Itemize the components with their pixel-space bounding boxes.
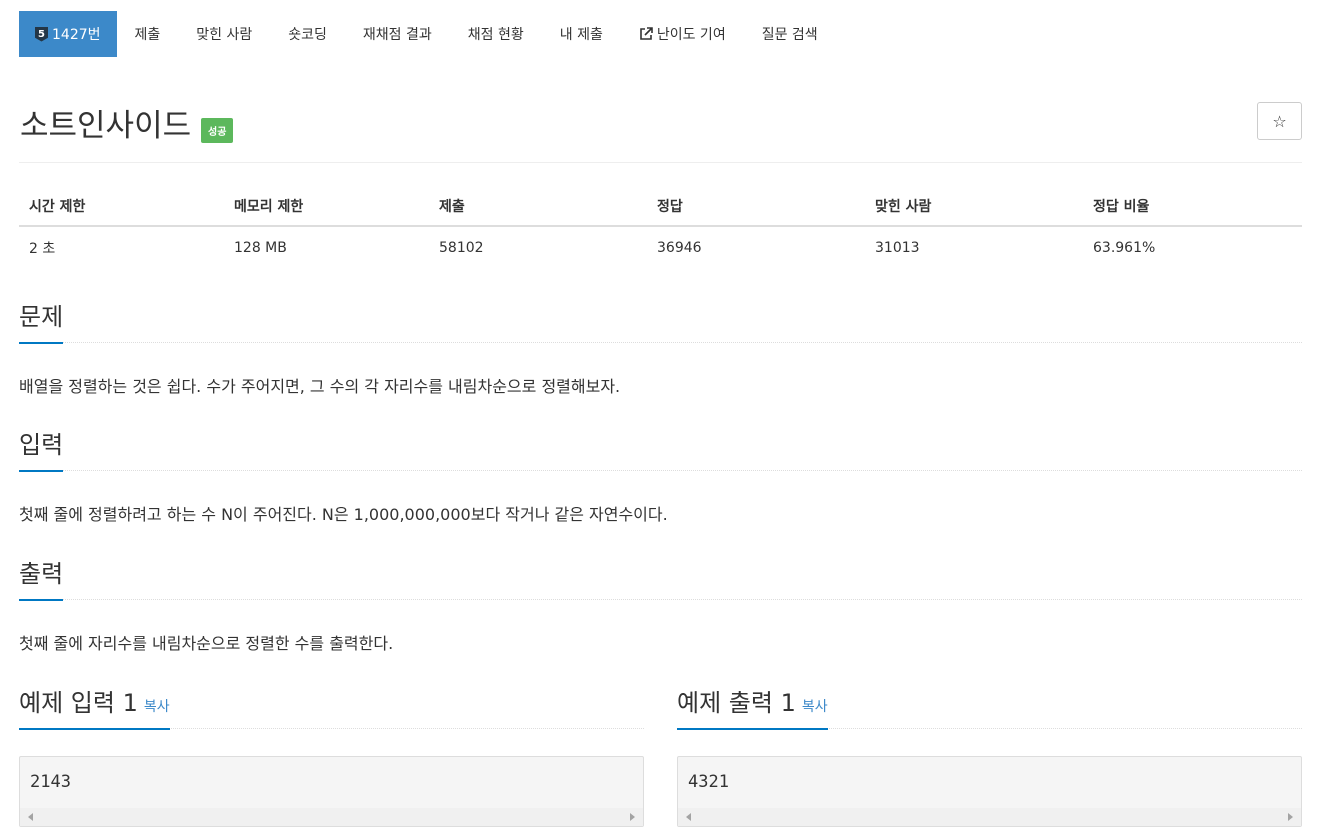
problem-info-table: 시간 제한 메모리 제한 제출 정답 맞힌 사람 정답 비율 2 초 128 M… bbox=[19, 188, 1302, 269]
problem-page: 5 1427번 제출 맞힌 사람 숏코딩 재채점 결과 채점 현황 내 제출 난… bbox=[0, 0, 1336, 838]
tab-label: 내 제출 bbox=[559, 27, 603, 43]
problem-title-row: 소트인사이드 성공 ☆ bbox=[19, 96, 1302, 163]
tab-label: 맞힌 사람 bbox=[196, 27, 253, 43]
column-header-accept-rate: 정답 비율 bbox=[1083, 188, 1302, 227]
copy-sample-input-link[interactable]: 복사 bbox=[144, 699, 170, 715]
sample-output-content: 4321 bbox=[688, 772, 729, 792]
section-header: 출력 bbox=[19, 559, 1302, 601]
section-heading: 예제 입력 1 복사 bbox=[19, 686, 170, 730]
column-header-accepted: 정답 bbox=[647, 188, 865, 227]
tab-my-submissions[interactable]: 내 제출 bbox=[542, 11, 621, 57]
tab-submit[interactable]: 제출 bbox=[117, 11, 179, 57]
problem-description-section: 문제 배열을 정렬하는 것은 쉽다. 수가 주어지면, 그 수의 각 자리수를 … bbox=[19, 302, 1302, 397]
sample-input-section: 예제 입력 1 복사 2143 bbox=[19, 686, 644, 827]
tab-difficulty-contribution[interactable]: 난이도 기여 bbox=[621, 11, 744, 57]
copy-sample-output-link[interactable]: 복사 bbox=[802, 699, 828, 715]
scroll-right-icon[interactable] bbox=[1288, 813, 1293, 821]
output-description-text: 첫째 줄에 자리수를 내림차순으로 정렬한 수를 출력한다. bbox=[19, 634, 394, 653]
table-header-row: 시간 제한 메모리 제한 제출 정답 맞힌 사람 정답 비율 bbox=[19, 188, 1302, 227]
section-header: 입력 bbox=[19, 430, 1302, 472]
problem-title: 소트인사이드 bbox=[20, 108, 192, 144]
tab-short-coding[interactable]: 숏코딩 bbox=[270, 11, 345, 57]
table-row: 2 초 128 MB 58102 36946 31013 63.961% bbox=[19, 226, 1302, 269]
input-section: 입력 첫째 줄에 정렬하려고 하는 수 N이 주어진다. N은 1,000,00… bbox=[19, 430, 1302, 525]
accept-rate-value: 63.961% bbox=[1093, 240, 1156, 256]
output-section: 출력 첫째 줄에 자리수를 내림차순으로 정렬한 수를 출력한다. bbox=[19, 559, 1302, 654]
section-heading: 예제 출력 1 복사 bbox=[677, 686, 828, 730]
section-header: 예제 출력 1 복사 bbox=[677, 686, 1302, 730]
scroll-right-icon[interactable] bbox=[630, 813, 635, 821]
section-heading: 문제 bbox=[19, 302, 64, 344]
tab-problem-number[interactable]: 5 1427번 bbox=[19, 11, 117, 57]
submissions-value: 58102 bbox=[439, 240, 484, 256]
column-header-solved-users: 맞힌 사람 bbox=[865, 188, 1083, 227]
time-limit-value: 2 초 bbox=[29, 241, 56, 257]
sample-output-box[interactable]: 4321 bbox=[677, 756, 1302, 827]
accepted-value: 36946 bbox=[657, 240, 702, 256]
tab-label: 제출 bbox=[134, 27, 161, 43]
column-header-submissions: 제출 bbox=[429, 188, 647, 227]
tab-label: 채점 현황 bbox=[467, 27, 524, 43]
column-header-time-limit: 시간 제한 bbox=[19, 188, 224, 227]
tab-label: 재채점 결과 bbox=[362, 27, 432, 43]
tab-label: 숏코딩 bbox=[288, 27, 327, 43]
status-badge: 성공 bbox=[201, 118, 234, 143]
tab-label: 난이도 기여 bbox=[656, 27, 726, 43]
tab-judge-status[interactable]: 채점 현황 bbox=[450, 11, 542, 57]
section-heading: 입력 bbox=[19, 430, 64, 472]
sample-input-box[interactable]: 2143 bbox=[19, 756, 644, 827]
sample-output-heading: 예제 출력 1 bbox=[677, 689, 796, 717]
section-header: 예제 입력 1 복사 bbox=[19, 686, 644, 730]
problem-nav-tabs: 5 1427번 제출 맞힌 사람 숏코딩 재채점 결과 채점 현황 내 제출 난… bbox=[19, 11, 836, 57]
tab-rejudge-results[interactable]: 재채점 결과 bbox=[345, 11, 450, 57]
section-heading: 출력 bbox=[19, 559, 64, 601]
problem-description-text: 배열을 정렬하는 것은 쉽다. 수가 주어지면, 그 수의 각 자리수를 내림차… bbox=[19, 377, 621, 396]
external-link-icon bbox=[640, 27, 653, 40]
horizontal-scrollbar[interactable] bbox=[20, 808, 643, 826]
horizontal-scrollbar[interactable] bbox=[678, 808, 1301, 826]
scroll-left-icon[interactable] bbox=[28, 813, 33, 821]
memory-limit-value: 128 MB bbox=[234, 240, 287, 256]
section-header: 문제 bbox=[19, 302, 1302, 344]
input-description-text: 첫째 줄에 정렬하려고 하는 수 N이 주어진다. N은 1,000,000,0… bbox=[19, 505, 668, 524]
scroll-left-icon[interactable] bbox=[686, 813, 691, 821]
star-icon: ☆ bbox=[1272, 111, 1287, 131]
sample-input-content: 2143 bbox=[30, 772, 71, 792]
tab-solved-users[interactable]: 맞힌 사람 bbox=[178, 11, 270, 57]
sample-output-section: 예제 출력 1 복사 4321 bbox=[677, 686, 1302, 827]
sample-input-heading: 예제 입력 1 bbox=[19, 689, 138, 717]
tab-question-search[interactable]: 질문 검색 bbox=[744, 11, 836, 57]
column-header-memory-limit: 메모리 제한 bbox=[224, 188, 429, 227]
solved-users-value: 31013 bbox=[875, 240, 920, 256]
tier-badge-icon: 5 bbox=[35, 26, 48, 42]
favorite-star-button[interactable]: ☆ bbox=[1257, 102, 1302, 140]
tab-label: 질문 검색 bbox=[761, 27, 818, 43]
tab-label: 1427번 bbox=[52, 27, 101, 43]
